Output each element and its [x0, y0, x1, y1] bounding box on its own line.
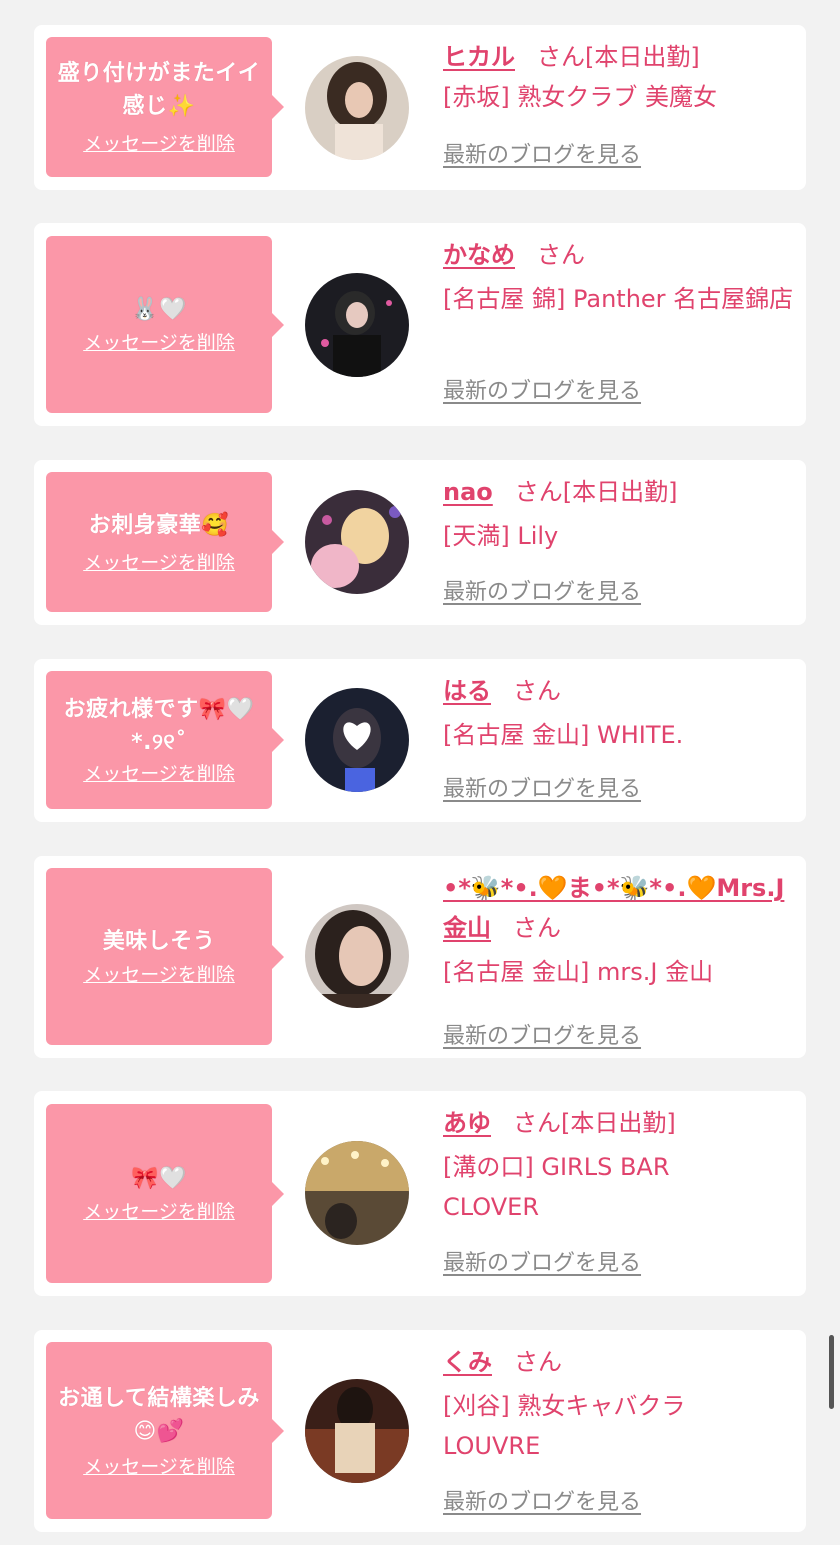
- avatar[interactable]: [305, 490, 409, 594]
- cast-info: かなめ さん [名古屋 錦] Panther 名古屋錦店 最新のブログを見る: [443, 235, 794, 404]
- message-text: お刺身豪華🥰: [88, 512, 230, 538]
- message-text: 🎀🤍: [131, 1166, 187, 1191]
- work-status: [本日出勤]: [585, 43, 700, 71]
- delete-message-link[interactable]: メッセージを削除: [83, 550, 235, 576]
- delete-message-link[interactable]: メッセージを削除: [83, 962, 235, 988]
- avatar[interactable]: [305, 1379, 409, 1483]
- honorific: さん: [537, 241, 585, 269]
- message-card: お通して結構楽しみ😊💕 メッセージを削除 くみ さん [刈谷] 熟女キャバクラ L…: [34, 1330, 806, 1532]
- message-card: 盛り付けがまたイイ感じ✨ メッセージを削除 ヒカル さん[本日出勤] [赤坂] 熟…: [34, 25, 806, 190]
- message-card: お疲れ様です🎀🤍*.୨୧˚ メッセージを削除 はる さん [名古屋 金山] WHI…: [34, 659, 806, 822]
- shop-name: [溝の口] GIRLS BAR CLOVER: [443, 1153, 670, 1221]
- work-status: [本日出勤]: [561, 1109, 676, 1137]
- honorific: さん: [537, 43, 585, 71]
- latest-blog-link[interactable]: 最新のブログを見る: [443, 377, 641, 407]
- honorific: さん: [513, 1348, 562, 1376]
- cast-name-link[interactable]: nao: [443, 478, 493, 506]
- avatar[interactable]: [305, 688, 409, 792]
- cast-name-link[interactable]: くみ: [443, 1348, 492, 1376]
- shop-name: [赤坂] 熟女クラブ 美魔女: [443, 83, 717, 111]
- cast-name-link[interactable]: かなめ: [443, 241, 515, 269]
- message-card: お刺身豪華🥰 メッセージを削除 nao さん[本日出勤] [天満] Lily 最新…: [34, 460, 806, 625]
- message-text: 盛り付けがまたイイ感じ✨: [57, 61, 261, 119]
- message-text: 🐰🤍: [131, 297, 187, 322]
- avatar[interactable]: [305, 904, 409, 1008]
- cast-info: •*🐝*•.🧡ま•*🐝*•.🧡Mrs.J金山 さん [名古屋 金山] mrs.J …: [443, 868, 794, 1049]
- message-card: 美味しそう メッセージを削除 •*🐝*•.🧡ま•*🐝*•.🧡Mrs.J金山 さん …: [34, 856, 806, 1058]
- delete-message-link[interactable]: メッセージを削除: [83, 1199, 235, 1225]
- message-bubble: 美味しそう メッセージを削除: [46, 868, 284, 1045]
- shop-name: [名古屋 金山] WHITE.: [443, 721, 684, 749]
- cast-info: ヒカル さん[本日出勤] [赤坂] 熟女クラブ 美魔女 最新のブログを見る: [443, 37, 794, 168]
- honorific: さん: [514, 478, 563, 506]
- avatar[interactable]: [305, 273, 409, 377]
- message-text: 美味しそう: [102, 929, 216, 954]
- avatar[interactable]: [305, 56, 409, 160]
- message-card: 🐰🤍 メッセージを削除 かなめ さん [名古屋 錦] Panther 名古屋錦店 …: [34, 223, 806, 426]
- message-bubble: お刺身豪華🥰 メッセージを削除: [46, 472, 284, 612]
- cast-info: nao さん[本日出勤] [天満] Lily 最新のブログを見る: [443, 472, 794, 605]
- cast-name-link[interactable]: ヒカル: [443, 43, 515, 71]
- message-bubble: お通して結構楽しみ😊💕 メッセージを削除: [46, 1342, 284, 1519]
- message-text: お疲れ様です🎀🤍*.୨୧˚: [63, 697, 255, 755]
- message-bubble: 盛り付けがまたイイ感じ✨ メッセージを削除: [46, 37, 284, 177]
- cast-info: はる さん [名古屋 金山] WHITE. 最新のブログを見る: [443, 671, 794, 802]
- cast-name-link[interactable]: あゆ: [443, 1109, 491, 1137]
- work-status: [本日出勤]: [562, 478, 678, 506]
- latest-blog-link[interactable]: 最新のブログを見る: [443, 141, 641, 171]
- shop-name: [名古屋 錦] Panther 名古屋錦店: [443, 285, 794, 313]
- delete-message-link[interactable]: メッセージを削除: [83, 330, 235, 356]
- latest-blog-link[interactable]: 最新のブログを見る: [443, 1022, 641, 1052]
- latest-blog-link[interactable]: 最新のブログを見る: [443, 775, 641, 805]
- cast-info: あゆ さん[本日出勤] [溝の口] GIRLS BAR CLOVER 最新のブログ…: [443, 1103, 794, 1276]
- message-bubble: 🐰🤍 メッセージを削除: [46, 236, 284, 413]
- honorific: さん: [513, 677, 561, 705]
- message-bubble: 🎀🤍 メッセージを削除: [46, 1104, 284, 1283]
- delete-message-link[interactable]: メッセージを削除: [83, 761, 235, 787]
- shop-name: [刈谷] 熟女キャバクラ LOUVRE: [443, 1392, 686, 1460]
- cast-name-link[interactable]: •*🐝*•.🧡ま•*🐝*•.🧡Mrs.J金山: [443, 874, 784, 942]
- shop-name: [名古屋 金山] mrs.J 金山: [443, 958, 714, 986]
- avatar[interactable]: [305, 1141, 409, 1245]
- shop-name: [天満] Lily: [443, 522, 559, 550]
- cast-info: くみ さん [刈谷] 熟女キャバクラ LOUVRE 最新のブログを見る: [443, 1342, 794, 1515]
- latest-blog-link[interactable]: 最新のブログを見る: [443, 578, 641, 608]
- message-bubble: お疲れ様です🎀🤍*.୨୧˚ メッセージを削除: [46, 671, 284, 809]
- message-text: お通して結構楽しみ😊💕: [58, 1385, 260, 1444]
- latest-blog-link[interactable]: 最新のブログを見る: [443, 1249, 641, 1279]
- delete-message-link[interactable]: メッセージを削除: [83, 1454, 235, 1480]
- delete-message-link[interactable]: メッセージを削除: [83, 131, 235, 157]
- honorific: さん: [513, 914, 561, 942]
- scrollbar[interactable]: [829, 1335, 834, 1409]
- latest-blog-link[interactable]: 最新のブログを見る: [443, 1488, 641, 1518]
- honorific: さん: [513, 1109, 561, 1137]
- message-card: 🎀🤍 メッセージを削除 あゆ さん[本日出勤] [溝の口] GIRLS BAR C…: [34, 1091, 806, 1296]
- cast-name-link[interactable]: はる: [443, 677, 491, 705]
